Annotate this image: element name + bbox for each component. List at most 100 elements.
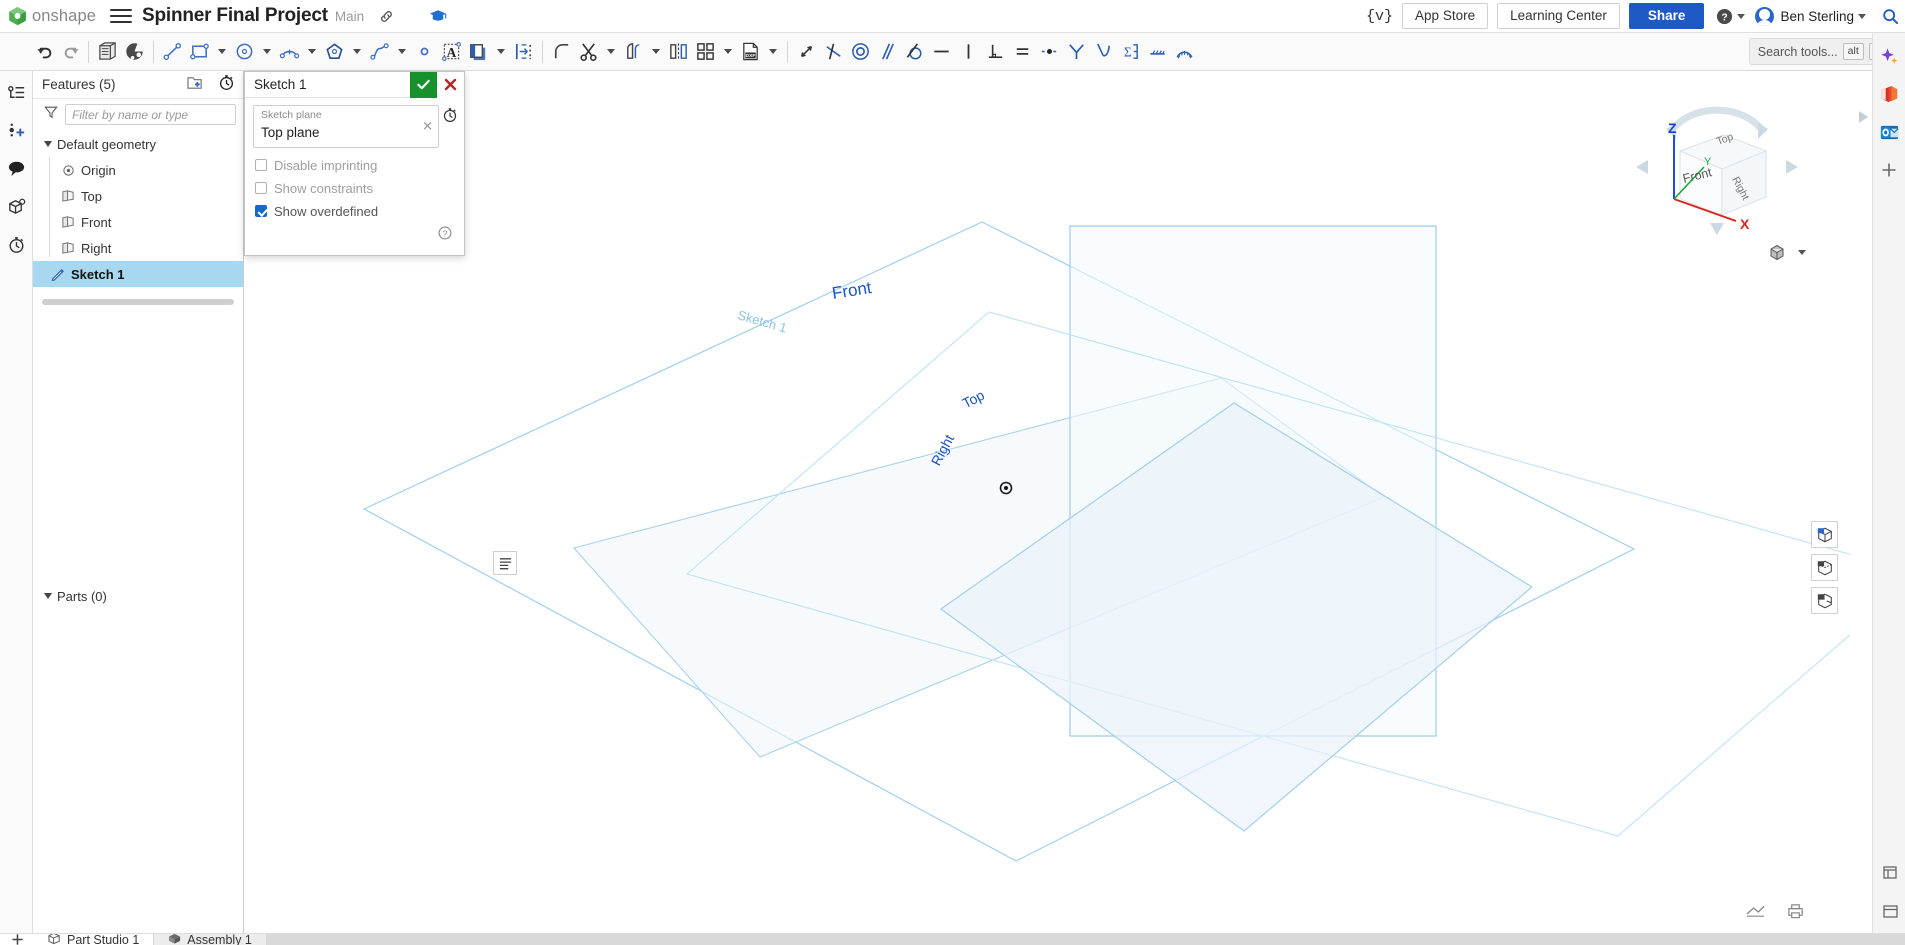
checkbox-box[interactable] (255, 205, 267, 218)
symmetric-constraint-icon[interactable] (1063, 37, 1090, 67)
outlook-icon[interactable] (1878, 121, 1900, 143)
add-tab-icon[interactable] (0, 934, 34, 945)
coincident-constraint-icon[interactable] (820, 37, 847, 67)
perpendicular-constraint-icon[interactable] (982, 37, 1009, 67)
tree-group-default-geometry[interactable]: Default geometry (33, 131, 243, 157)
vertical-constraint-icon[interactable] (955, 37, 982, 67)
trim-tool-chevron-down-icon[interactable] (602, 37, 620, 67)
graduation-cap-icon[interactable] (429, 8, 447, 24)
insert-feature-icon[interactable] (3, 117, 29, 143)
print-icon[interactable] (1787, 903, 1804, 919)
display-hidden-edges-icon[interactable] (1811, 554, 1838, 581)
offset-tool-chevron-down-icon[interactable] (492, 37, 510, 67)
tree-item-front-plane[interactable]: Front (33, 209, 243, 235)
fillet-tool-icon[interactable] (548, 37, 575, 67)
parts-section-header[interactable]: Parts (0) (33, 583, 243, 609)
help-circle-icon[interactable]: ? (1716, 8, 1746, 25)
comments-icon[interactable] (3, 155, 29, 181)
checkbox-box[interactable] (255, 182, 267, 195)
onshape-logo[interactable]: onshape (0, 0, 102, 33)
polygon-tool-icon[interactable] (321, 37, 348, 67)
part-info-icon[interactable] (3, 193, 29, 219)
measure-icon[interactable] (1746, 903, 1765, 919)
show-constraints-checkbox[interactable]: Show constraints (253, 177, 456, 200)
chevron-down-icon[interactable] (41, 141, 55, 147)
user-menu-chevron-icon[interactable] (1858, 13, 1866, 19)
mirror-tool-icon[interactable] (665, 37, 692, 67)
arc-tool-chevron-down-icon[interactable] (303, 37, 321, 67)
clear-x-icon[interactable]: ✕ (422, 120, 433, 133)
circle-tool-icon[interactable] (231, 37, 258, 67)
spline-tool-chevron-down-icon[interactable] (393, 37, 411, 67)
rectangle-tool-icon[interactable] (186, 37, 213, 67)
line-tool-icon[interactable] (159, 37, 186, 67)
show-overdefined-checkbox[interactable]: Show overdefined (253, 200, 456, 223)
chevron-down-icon[interactable] (41, 593, 55, 599)
circle-tool-chevron-down-icon[interactable] (258, 37, 276, 67)
tab-part-studio-1[interactable]: Part Studio 1 (34, 934, 155, 945)
sketch-entity-list-icon[interactable] (493, 551, 517, 575)
dimension-tool-icon[interactable] (793, 37, 820, 67)
parallel-constraint-icon[interactable] (874, 37, 901, 67)
arc-constraint-icon[interactable] (1171, 37, 1198, 67)
confirm-checkmark-icon[interactable] (410, 71, 437, 98)
normal-constraint-icon[interactable]: Σ (1117, 37, 1144, 67)
sketch-plane-field[interactable]: Sketch plane Top plane ✕ (253, 105, 439, 148)
hamburger-menu-icon[interactable] (110, 5, 133, 27)
learning-center-button[interactable]: Learning Center (1497, 2, 1620, 30)
window-restore-icon[interactable] (1882, 863, 1900, 886)
trim-tool-icon[interactable] (575, 37, 602, 67)
offset-tool-icon[interactable] (465, 37, 492, 67)
redo-icon[interactable] (58, 37, 83, 67)
app-store-button[interactable]: App Store (1402, 2, 1489, 30)
3d-viewport[interactable]: Front Top Right Sketch 1 Z X Y Front Top… (244, 71, 1850, 933)
search-input[interactable] (65, 104, 236, 125)
extend-tool-icon[interactable] (620, 37, 647, 67)
arc-tool-icon[interactable] (276, 37, 303, 67)
collapse-panel-arrow-icon[interactable] (1855, 108, 1871, 131)
share-button[interactable]: Share (1628, 2, 1705, 30)
history-clock-icon[interactable] (442, 107, 458, 128)
section-view-icon[interactable] (1811, 587, 1838, 614)
midpoint-constraint-icon[interactable] (1036, 37, 1063, 67)
link-icon[interactable] (378, 8, 395, 25)
text-tool-icon[interactable]: A (438, 37, 465, 67)
window-expand-icon[interactable] (1882, 902, 1900, 925)
tree-item-origin[interactable]: Origin (33, 157, 243, 183)
display-shaded-icon[interactable] (1811, 521, 1838, 548)
rollback-bar[interactable] (42, 299, 234, 305)
feature-list-icon[interactable] (3, 79, 29, 105)
curvature-constraint-icon[interactable] (1090, 37, 1117, 67)
branch-label[interactable]: Main (335, 9, 364, 24)
tree-item-top-plane[interactable]: Top (33, 183, 243, 209)
history-icon[interactable] (3, 231, 29, 257)
dxf-import-chevron-down-icon[interactable] (764, 37, 782, 67)
cancel-close-x-icon[interactable] (437, 71, 464, 98)
user-name-label[interactable]: Ben Sterling (1780, 9, 1854, 24)
point-tool-icon[interactable] (411, 37, 438, 67)
avatar[interactable] (1755, 6, 1775, 26)
view-cube[interactable]: Z X Y Front Top Right (1632, 99, 1802, 239)
undo-icon[interactable] (33, 37, 58, 67)
dxf-import-icon[interactable]: DXF (737, 37, 764, 67)
filter-funnel-icon[interactable] (44, 105, 58, 124)
copy-sketch-icon[interactable] (94, 37, 121, 67)
equal-constraint-icon[interactable] (1009, 37, 1036, 67)
document-title[interactable]: Spinner Final Project (142, 5, 328, 27)
view-cube-menu-icon[interactable] (1768, 243, 1806, 262)
linear-pattern-chevron-down-icon[interactable] (719, 37, 737, 67)
tangent-constraint-icon[interactable] (901, 37, 928, 67)
checkbox-box[interactable] (255, 159, 267, 172)
tree-item-right-plane[interactable]: Right (33, 235, 243, 261)
concentric-constraint-icon[interactable] (847, 37, 874, 67)
extend-tool-chevron-down-icon[interactable] (647, 37, 665, 67)
office-icon[interactable] (1878, 83, 1900, 105)
feature-script-icon[interactable]: {v} (1366, 8, 1393, 25)
copilot-icon[interactable] (1878, 45, 1900, 67)
rollback-history-icon[interactable] (218, 74, 235, 96)
polygon-tool-chevron-down-icon[interactable] (348, 37, 366, 67)
transform-tool-icon[interactable] (510, 37, 537, 67)
search-icon[interactable] (1882, 8, 1899, 25)
horizontal-constraint-icon[interactable] (928, 37, 955, 67)
tree-item-sketch-1[interactable]: Sketch 1 (33, 261, 243, 287)
